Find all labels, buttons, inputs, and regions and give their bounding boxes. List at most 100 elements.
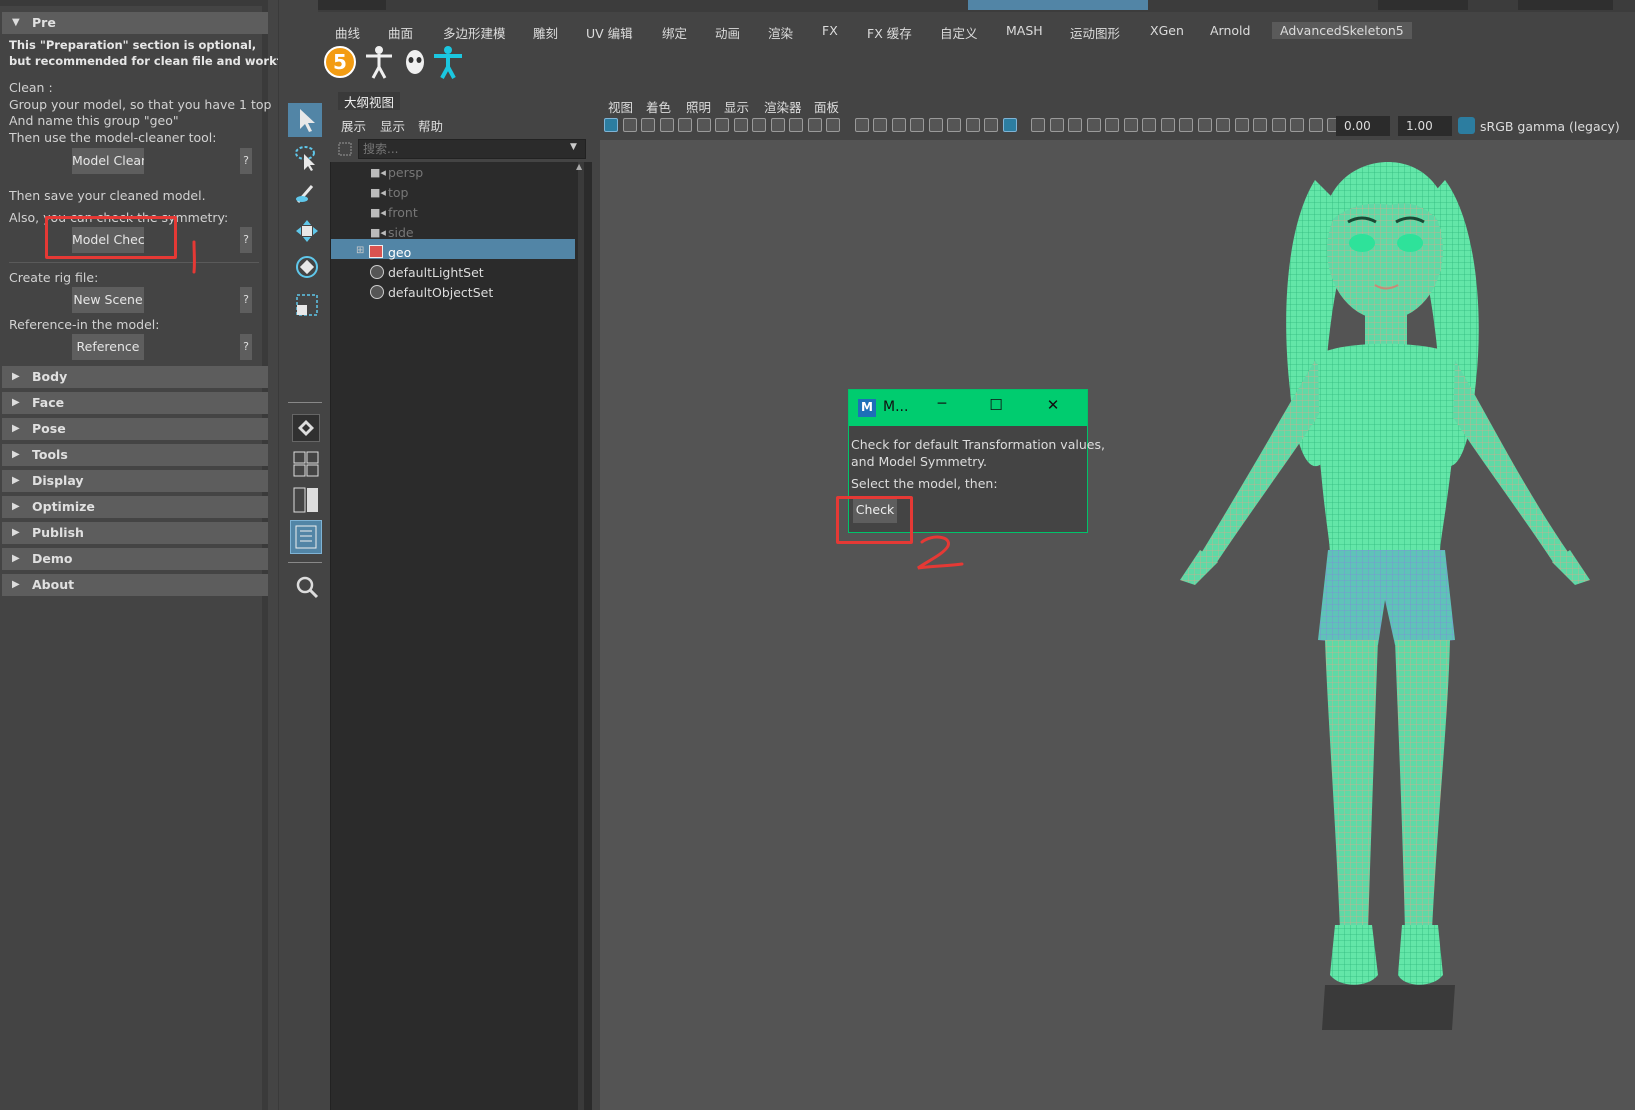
viewport-menu-5[interactable]: 面板 <box>814 97 839 116</box>
shelf-tab-12[interactable]: 运动图形 <box>1070 23 1120 42</box>
viewport-menu-2[interactable]: 照明 <box>686 97 711 116</box>
paint-select-tool-icon[interactable] <box>294 180 320 206</box>
viewport-tool-icon[interactable] <box>715 118 729 132</box>
viewport-tool-icon[interactable] <box>604 118 618 132</box>
character-mesh[interactable] <box>1140 160 1635 1040</box>
section-header-tools[interactable]: ▶ Tools <box>2 444 268 466</box>
shelf-tab-2[interactable]: 多边形建模 <box>443 23 506 42</box>
viewport-tool-icon[interactable] <box>928 118 943 132</box>
section-header-body[interactable]: ▶ Body <box>2 366 268 388</box>
outliner-layout-icon[interactable] <box>290 520 322 554</box>
rotate-tool-icon[interactable] <box>294 254 320 280</box>
section-header-demo[interactable]: ▶ Demo <box>2 548 268 570</box>
advanced-skeleton-logo-icon[interactable]: 5 <box>324 46 356 78</box>
outliner-item-front[interactable]: ■◂ front <box>360 204 570 222</box>
shelf-tab-9[interactable]: FX 缓存 <box>867 23 912 42</box>
new-scene-help-button[interactable]: ? <box>240 287 252 313</box>
search-dropdown-icon[interactable]: ▼ <box>570 142 577 152</box>
lasso-tool-icon[interactable] <box>294 144 320 172</box>
viewport-tool-icon[interactable] <box>873 118 887 132</box>
shelf-tab-11[interactable]: MASH <box>1006 23 1043 38</box>
search-icon[interactable] <box>294 574 320 600</box>
section-header-publish[interactable]: ▶ Publish <box>2 522 268 544</box>
viewport-tool-icon[interactable] <box>659 118 674 132</box>
shelf-tab-0[interactable]: 曲线 <box>335 23 360 42</box>
shelf-tab-6[interactable]: 动画 <box>715 23 740 42</box>
viewport-menu-1[interactable]: 着色 <box>646 97 671 116</box>
viewport-tool-icon[interactable] <box>641 118 655 132</box>
shelf-tab-15[interactable]: AdvancedSkeleton5 <box>1272 22 1412 39</box>
minimize-button[interactable]: ─ <box>931 396 953 412</box>
viewport-tool-icon[interactable] <box>1086 118 1101 132</box>
shelf-tab-1[interactable]: 曲面 <box>388 23 413 42</box>
gamma-field[interactable]: 1.00 <box>1398 116 1452 136</box>
section-header-face[interactable]: ▶ Face <box>2 392 268 414</box>
viewport-tool-icon[interactable] <box>622 118 637 132</box>
viewport-tool-icon[interactable] <box>1271 118 1286 132</box>
outliner-item-persp[interactable]: ■◂ persp <box>360 164 570 182</box>
shelf-tab-10[interactable]: 自定义 <box>940 23 978 42</box>
section-header-display[interactable]: ▶ Display <box>2 470 268 492</box>
maximize-button[interactable]: ☐ <box>985 396 1007 414</box>
viewport-tool-icon[interactable] <box>1142 118 1156 132</box>
outliner-menu-2[interactable]: 帮助 <box>418 116 443 135</box>
outliner-item-geo[interactable]: ⊞ geo <box>356 244 570 262</box>
section-header-optimize[interactable]: ▶ Optimize <box>2 496 268 518</box>
select-tool-icon[interactable] <box>296 107 318 133</box>
viewport-tool-icon[interactable] <box>1160 118 1175 132</box>
outliner-item-defaultlightset[interactable]: defaultLightSet <box>360 264 570 282</box>
model-clean-help-button[interactable]: ? <box>240 148 252 174</box>
viewport-tool-icon[interactable] <box>1308 118 1323 132</box>
viewport-tool-icon[interactable] <box>1216 118 1230 132</box>
viewport-tool-icon[interactable] <box>1002 118 1017 132</box>
viewport-menu-0[interactable]: 视图 <box>608 97 633 116</box>
viewport-tool-icon[interactable] <box>789 118 803 132</box>
body-skeleton-icon[interactable] <box>364 45 394 79</box>
face-mask-icon[interactable] <box>404 48 426 78</box>
viewport-tool-icon[interactable] <box>1234 118 1249 132</box>
viewport-tool-icon[interactable] <box>733 118 748 132</box>
shelf-tab-4[interactable]: UV 编辑 <box>586 23 633 42</box>
viewport-menu-4[interactable]: 渲染器 <box>764 97 802 116</box>
shelf-tab-3[interactable]: 雕刻 <box>533 23 558 42</box>
scale-tool-icon[interactable] <box>294 292 320 318</box>
color-space-label[interactable]: sRGB gamma (legacy) <box>1480 119 1620 134</box>
section-header-pose[interactable]: ▶ Pose <box>2 418 268 440</box>
viewport-tool-icon[interactable] <box>984 118 998 132</box>
shelf-tab-13[interactable]: XGen <box>1150 23 1184 38</box>
viewport-tool-icon[interactable] <box>1049 118 1064 132</box>
viewport-tool-icon[interactable] <box>947 118 961 132</box>
viewport-tool-icon[interactable] <box>826 118 840 132</box>
two-view-layout-icon[interactable] <box>292 486 320 514</box>
outliner-scrollbar[interactable] <box>578 162 584 1110</box>
shelf-tab-5[interactable]: 绑定 <box>662 23 687 42</box>
expand-icon[interactable]: ⊞ <box>356 245 364 256</box>
viewport-tool-icon[interactable] <box>1105 118 1119 132</box>
viewport-tool-icon[interactable] <box>1197 118 1212 132</box>
outliner-search-input[interactable] <box>358 139 586 159</box>
reference-help-button[interactable]: ? <box>240 334 252 360</box>
new-scene-button[interactable]: New Scene <box>72 287 144 313</box>
viewport-tool-icon[interactable] <box>770 118 785 132</box>
color-management-icon[interactable] <box>1458 117 1475 134</box>
viewport-tool-icon[interactable] <box>1179 118 1193 132</box>
outliner-menu-0[interactable]: 展示 <box>341 116 366 135</box>
viewport-tool-icon[interactable] <box>1253 118 1267 132</box>
viewport-tool-icon[interactable] <box>1068 118 1082 132</box>
section-header-about[interactable]: ▶ About <box>2 574 268 596</box>
outliner-item-defaultobjectset[interactable]: defaultObjectSet <box>360 284 570 302</box>
viewport-tool-icon[interactable] <box>891 118 906 132</box>
four-view-layout-icon[interactable] <box>292 450 320 478</box>
viewport-tool-icon[interactable] <box>678 118 692 132</box>
model-clean-button[interactable]: Model Clean <box>72 148 144 174</box>
viewport-tool-icon[interactable] <box>965 118 980 132</box>
viewport-tool-icon[interactable] <box>752 118 766 132</box>
outliner-menu-1[interactable]: 显示 <box>380 116 405 135</box>
single-view-layout-icon[interactable] <box>292 414 320 442</box>
outliner-item-top[interactable]: ■◂ top <box>360 184 570 202</box>
viewport-menu-3[interactable]: 显示 <box>724 97 749 116</box>
outliner-item-side[interactable]: ■◂ side <box>360 224 570 242</box>
pose-figure-icon[interactable] <box>432 45 464 79</box>
shelf-tab-7[interactable]: 渲染 <box>768 23 793 42</box>
exposure-field[interactable]: 0.00 <box>1336 116 1390 136</box>
